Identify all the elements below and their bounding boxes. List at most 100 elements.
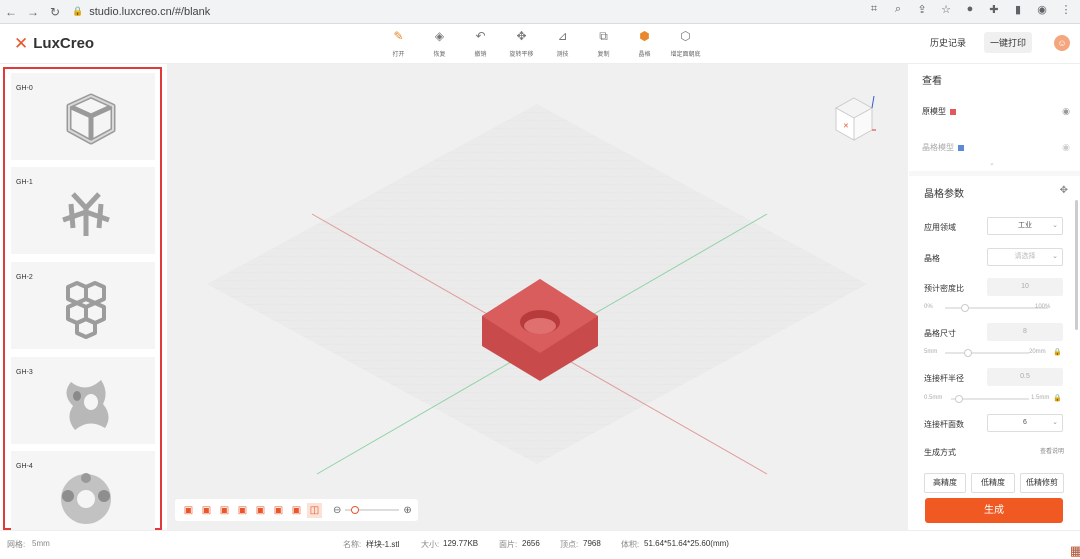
status-bar: 网格: 5mm 名称: 样块-1.stl 大小: 129.77KB 面片: 26… bbox=[0, 530, 1080, 558]
right-panel: 查看 原模型 ◉ 晶格模型 ◉ ⌄ 晶格参数 ✥ 应用领域 工业 ⌄ 晶格 请选… bbox=[909, 64, 1080, 530]
params-title: 晶格参数 bbox=[924, 189, 964, 200]
view-reset-icon[interactable]: ◫ bbox=[307, 502, 322, 518]
view-section: 查看 原模型 ◉ 晶格模型 ◉ ⌄ bbox=[909, 64, 1080, 171]
address-bar[interactable]: 🔒 studio.luxcreo.cn/#/blank bbox=[72, 3, 572, 21]
extension-icon[interactable]: ● bbox=[962, 3, 978, 16]
export-icon[interactable]: ▤ bbox=[1070, 543, 1080, 559]
profile-icon[interactable]: ◉ bbox=[1034, 3, 1050, 16]
eye-icon[interactable]: ◉ bbox=[1062, 142, 1070, 153]
chevron-down-icon: ⌄ bbox=[1052, 253, 1058, 260]
tool-restore[interactable]: ◈ 恢复 bbox=[419, 29, 460, 58]
back-icon[interactable]: ← bbox=[0, 5, 22, 19]
main-toolbar: ✎ 打开 ◈ 恢复 ↶ 撤销 ✥ 旋转平移 ⊿ 测技 ⧉ 复制 ⬢ 晶格 ⬡ 增 bbox=[378, 29, 706, 58]
chevron-down-icon: ⌄ bbox=[1052, 222, 1058, 229]
print-button[interactable]: 一键打印 bbox=[983, 32, 1032, 53]
history-button[interactable]: 历史记录 bbox=[924, 32, 972, 53]
lattice-card-gh2[interactable]: GH-2 bbox=[11, 262, 155, 349]
density-input[interactable]: 10 bbox=[987, 278, 1063, 296]
star-icon[interactable]: ☆ bbox=[938, 3, 954, 16]
zoom-slider[interactable] bbox=[345, 506, 400, 514]
tool-lattice[interactable]: ⬢ 晶格 bbox=[624, 29, 665, 58]
tool-measure[interactable]: ⊿ 测技 bbox=[542, 29, 583, 58]
lock-icon: 🔒 bbox=[72, 6, 84, 16]
zoom-icon[interactable]: ⌕ bbox=[890, 3, 906, 16]
chevron-down-icon: ⌄ bbox=[1052, 419, 1058, 426]
lattice-card-gh3[interactable]: GH-3 bbox=[11, 357, 155, 444]
lattice-gh2-preview bbox=[66, 281, 106, 339]
view-right-icon[interactable]: ▣ bbox=[235, 503, 250, 518]
mode-high-precision-button[interactable]: 高精度 bbox=[924, 473, 966, 493]
lock-icon[interactable]: 🔒 bbox=[1053, 348, 1062, 356]
eye-icon[interactable]: ◉ bbox=[1062, 106, 1070, 117]
visibility-lattice: 晶格模型 bbox=[922, 142, 964, 153]
app-header: ✕ LuxCreo ✎ 打开 ◈ 恢复 ↶ 撤销 ✥ 旋转平移 ⊿ 测技 ⧉ 复… bbox=[0, 24, 1080, 64]
mode-low-precision-trim-button[interactable]: 低精修剪 bbox=[1020, 473, 1064, 493]
tool-open[interactable]: ✎ 打开 bbox=[378, 29, 419, 58]
visibility-original: 原模型 bbox=[922, 106, 956, 117]
forward-icon[interactable]: → bbox=[22, 5, 44, 19]
lattice-library: GH-0 GH-1 GH-2 GH-3 GH-4 bbox=[3, 67, 162, 538]
browser-toolbar: ← → ↻ 🔒 studio.luxcreo.cn/#/blank ⌗ ⌕ ⇪ … bbox=[0, 0, 1080, 24]
mode-low-precision-button[interactable]: 低精度 bbox=[971, 473, 1015, 493]
view-front-icon[interactable]: ▣ bbox=[181, 503, 196, 518]
lattice-icon: ⬢ bbox=[639, 29, 650, 43]
strut-radius-slider-handle[interactable] bbox=[955, 395, 963, 403]
build-plate bbox=[207, 104, 867, 475]
domain-select[interactable]: 工业 ⌄ bbox=[987, 217, 1063, 235]
view-left-icon[interactable]: ▣ bbox=[217, 503, 232, 518]
lattice-gh3-preview bbox=[66, 380, 109, 430]
lattice-card-gh4[interactable]: GH-4 bbox=[11, 451, 155, 538]
view-cube-icon[interactable]: ✕ bbox=[832, 94, 876, 144]
cell-size-input[interactable]: 8 bbox=[987, 323, 1063, 341]
translate-icon[interactable]: ⌗ bbox=[866, 3, 882, 16]
restore-icon: ◈ bbox=[434, 29, 445, 43]
tool-transform[interactable]: ✥ 旋转平移 bbox=[501, 29, 542, 58]
tool-undo[interactable]: ↶ 撤销 bbox=[460, 29, 501, 58]
help-link[interactable]: 查看说明 bbox=[1040, 446, 1064, 455]
3d-viewport[interactable]: ✕ ▣ ▣ ▣ ▣ ▣ ▣ ▣ ◫ ⊖ ⊕ bbox=[167, 64, 908, 530]
puzzle-icon[interactable]: ✚ bbox=[986, 3, 1002, 16]
lattice-select[interactable]: 请选择 ⌄ bbox=[987, 248, 1063, 266]
lattice-color-swatch bbox=[958, 144, 964, 151]
zoom-control: ⊖ ⊕ bbox=[333, 505, 412, 516]
view-toolbar: ▣ ▣ ▣ ▣ ▣ ▣ ▣ ◫ ⊖ ⊕ bbox=[175, 499, 418, 521]
reload-icon[interactable]: ↻ bbox=[44, 5, 66, 19]
strut-radius-input[interactable]: 0.5 bbox=[987, 368, 1063, 386]
view-bottom-icon[interactable]: ▣ bbox=[271, 503, 286, 518]
zoom-in-icon[interactable]: ⊕ bbox=[403, 505, 411, 516]
lattice-gh0-preview bbox=[66, 93, 116, 145]
menu-icon[interactable]: ⋮ bbox=[1058, 3, 1074, 16]
cell-size-slider[interactable] bbox=[945, 352, 1029, 354]
copy-icon: ⧉ bbox=[599, 29, 608, 43]
view-title: 查看 bbox=[922, 76, 942, 87]
url-text: studio.luxcreo.cn/#/blank bbox=[89, 5, 211, 18]
strut-faces-select[interactable]: 6 ⌄ bbox=[987, 414, 1063, 432]
cell-size-slider-handle[interactable] bbox=[964, 349, 972, 357]
zoom-out-icon[interactable]: ⊖ bbox=[333, 505, 341, 516]
lattice-gh1-preview bbox=[62, 192, 110, 236]
lattice-gh4-preview bbox=[61, 473, 111, 524]
tool-copy[interactable]: ⧉ 复制 bbox=[583, 29, 624, 58]
right-panel-scrollbar[interactable] bbox=[1075, 200, 1078, 330]
view-back-icon[interactable]: ▣ bbox=[199, 503, 214, 518]
logo-text: LuxCreo bbox=[33, 35, 95, 52]
open-icon: ✎ bbox=[393, 29, 404, 43]
measure-icon: ⊿ bbox=[557, 29, 568, 43]
user-avatar-icon[interactable]: ☺ bbox=[1054, 34, 1070, 51]
share-icon[interactable]: ⇪ bbox=[914, 3, 930, 16]
original-color-swatch bbox=[950, 108, 956, 115]
sidepanel-icon[interactable]: ▮ bbox=[1010, 3, 1026, 16]
tool-face-down[interactable]: ⬡ 增定面朝底 bbox=[665, 29, 706, 58]
move-icon[interactable]: ✥ bbox=[1060, 185, 1068, 196]
svg-text:✕: ✕ bbox=[843, 123, 849, 130]
lattice-card-gh0[interactable]: GH-0 bbox=[11, 73, 155, 160]
view-iso-icon[interactable]: ▣ bbox=[289, 503, 304, 518]
lattice-card-gh1[interactable]: GH-1 bbox=[11, 167, 155, 254]
view-top-icon[interactable]: ▣ bbox=[253, 503, 268, 518]
logo: ✕ LuxCreo bbox=[14, 35, 95, 53]
lock-icon[interactable]: 🔒 bbox=[1053, 394, 1062, 402]
density-slider-handle[interactable] bbox=[961, 304, 969, 312]
undo-icon: ↶ bbox=[475, 29, 486, 43]
chevron-down-icon[interactable]: ⌄ bbox=[989, 159, 995, 167]
generate-button[interactable]: 生成 bbox=[925, 498, 1063, 523]
